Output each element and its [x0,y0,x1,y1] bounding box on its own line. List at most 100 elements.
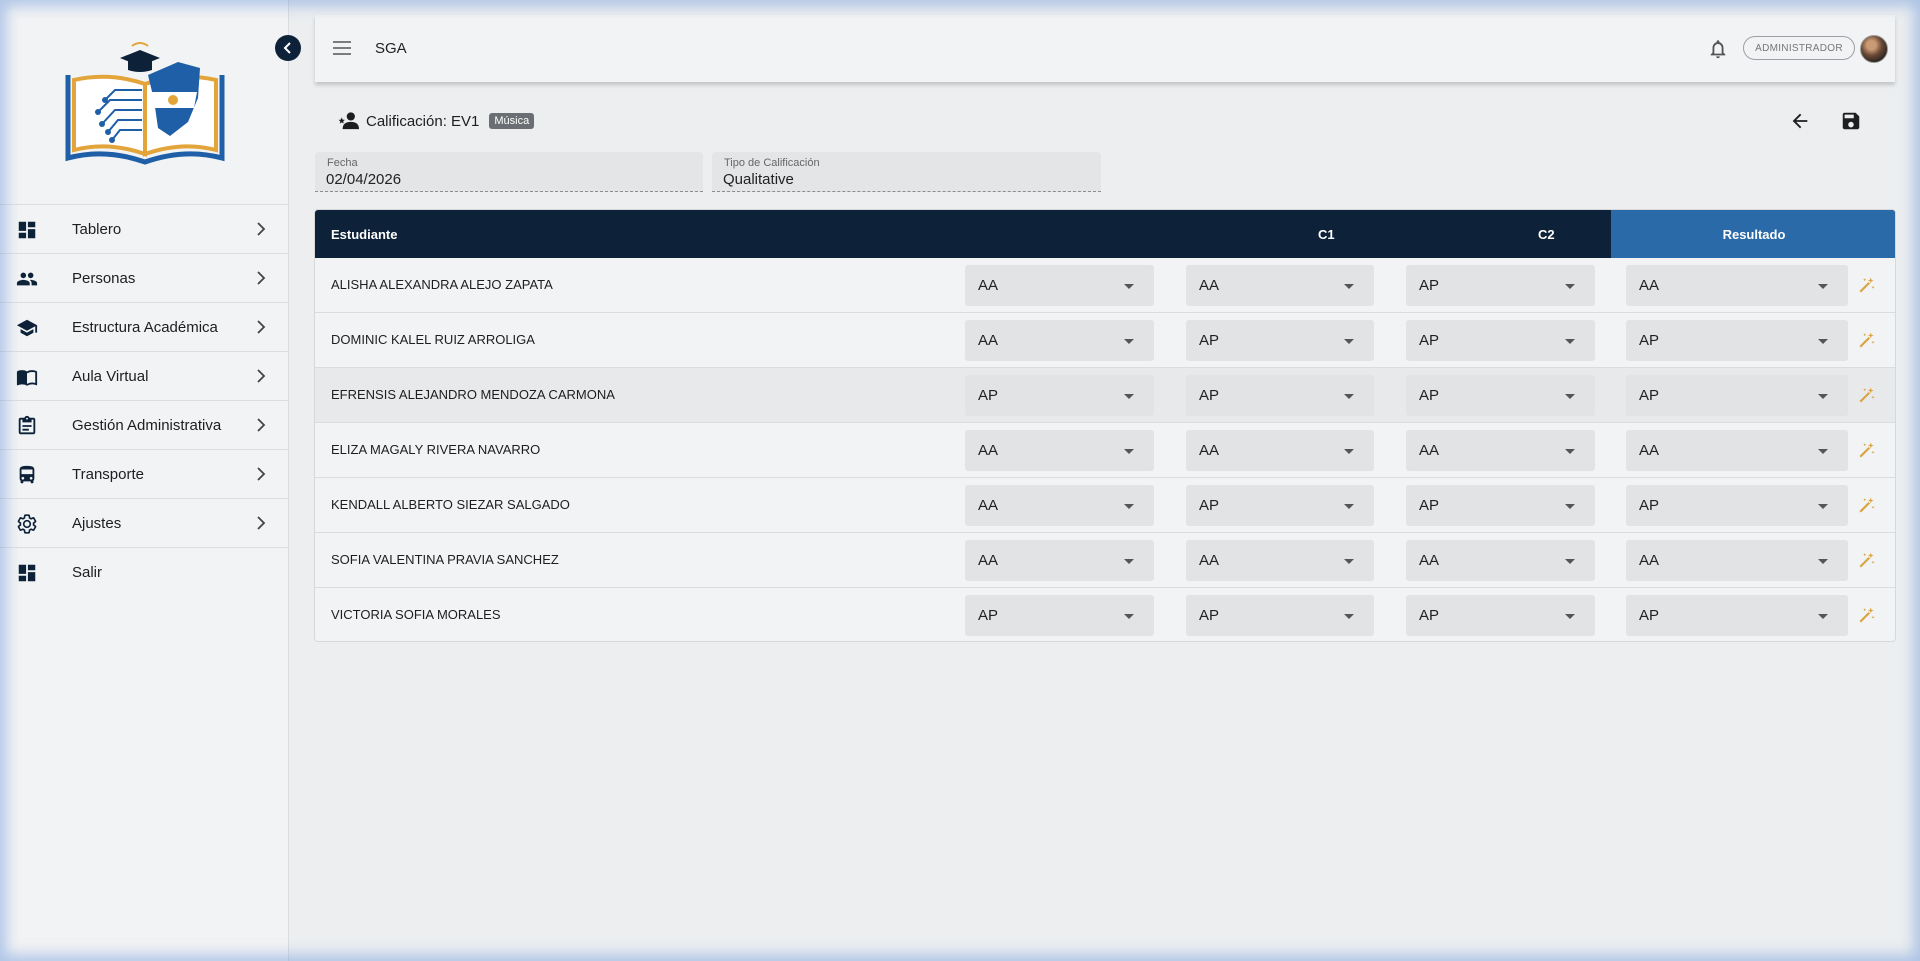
dropdown-caret-icon [1818,504,1828,509]
sidebar-item-transporte[interactable]: Transporte [0,450,289,499]
save-icon[interactable] [1840,110,1862,132]
c2-select[interactable]: AP [1186,320,1374,361]
table-row: ALISHA ALEXANDRA ALEJO ZAPATA AA AA AP AA [315,258,1895,313]
dropdown-caret-icon [1124,394,1134,399]
back-arrow-icon[interactable] [1789,110,1811,132]
sidebar-nav: Tablero Personas Estructura Académica Au… [0,204,289,597]
c1-select[interactable]: AA [965,540,1154,581]
magic-wand-icon[interactable] [1858,551,1876,569]
bell-icon[interactable] [1707,37,1729,61]
c3-select[interactable]: AP [1406,595,1595,636]
sidebar-item-personas[interactable]: Personas [0,254,289,303]
grading-type-value: Qualitative [723,171,794,188]
select-value: AP [978,607,999,624]
c3-select[interactable]: AP [1406,265,1595,306]
result-select[interactable]: AA [1626,265,1848,306]
sidebar-item-salir[interactable]: Salir [0,548,289,597]
avatar[interactable] [1860,35,1888,63]
dropdown-caret-icon [1565,559,1575,564]
grading-type-label: Tipo de Calificación [724,157,820,169]
dropdown-caret-icon [1565,339,1575,344]
c3-select[interactable]: AP [1406,320,1595,361]
select-value: AA [1199,277,1220,294]
result-select[interactable]: AA [1626,540,1848,581]
magic-wand-icon[interactable] [1858,331,1876,349]
dropdown-caret-icon [1818,559,1828,564]
book-icon [16,370,38,386]
select-value: AA [1639,552,1660,569]
dropdown-caret-icon [1818,449,1828,454]
chevron-right-icon [257,271,266,285]
student-name: ALISHA ALEXANDRA ALEJO ZAPATA [331,277,553,292]
select-value: AA [1199,442,1220,459]
sidebar-item-ajustes[interactable]: Ajustes [0,499,289,548]
dropdown-caret-icon [1124,614,1134,619]
sidebar-item-label: Salir [72,564,103,581]
dashboard-icon [18,564,36,582]
menu-icon[interactable] [332,40,352,56]
dropdown-caret-icon [1818,614,1828,619]
chevron-right-icon [257,222,266,236]
c2-select[interactable]: AA [1186,540,1374,581]
c1-select[interactable]: AA [965,485,1154,526]
c3-select[interactable]: AA [1406,540,1595,581]
select-value: AA [1419,442,1440,459]
c1-select[interactable]: AA [965,430,1154,471]
result-select[interactable]: AP [1626,485,1848,526]
dropdown-caret-icon [1344,559,1354,564]
magic-wand-icon[interactable] [1858,276,1876,294]
select-value: AA [978,277,999,294]
column-header-c2: C2 [1538,226,1555,242]
c2-select[interactable]: AA [1186,265,1374,306]
c2-select[interactable]: AP [1186,485,1374,526]
c2-select[interactable]: AA [1186,430,1374,471]
sidebar-item-estructura-academica[interactable]: Estructura Académica [0,303,289,352]
c2-select[interactable]: AP [1186,375,1374,416]
c1-select[interactable]: AA [965,320,1154,361]
result-select[interactable]: AP [1626,595,1848,636]
table-row: KENDALL ALBERTO SIEZAR SALGADO AA AP AP AP [315,478,1895,533]
sidebar-item-label: Ajustes [72,514,122,532]
sidebar-item-label: Gestión Administrativa [72,416,222,434]
select-value: AA [1639,442,1660,459]
date-field[interactable]: Fecha 02/04/2026 [315,152,703,192]
table-row: DOMINIC KALEL RUIZ ARROLIGA AA AP AP AP [315,313,1895,368]
result-select[interactable]: AP [1626,320,1848,361]
select-value: AA [978,497,999,514]
magic-wand-icon[interactable] [1858,386,1876,404]
chevron-right-icon [257,320,266,334]
student-name: VICTORIA SOFIA MORALES [331,607,501,622]
c3-select[interactable]: AP [1406,375,1595,416]
c3-select[interactable]: AP [1406,485,1595,526]
student-name: EFRENSIS ALEJANDRO MENDOZA CARMONA [331,387,615,402]
dropdown-caret-icon [1565,449,1575,454]
role-badge[interactable]: ADMINISTRADOR [1743,36,1855,60]
column-header-estudiante: Estudiante [331,226,398,242]
c1-select[interactable]: AP [965,595,1154,636]
select-value: AA [1199,552,1220,569]
magic-wand-icon[interactable] [1858,496,1876,514]
date-label: Fecha [327,157,358,169]
c1-select[interactable]: AA [965,265,1154,306]
chevron-right-icon [257,369,266,383]
sidebar-item-tablero[interactable]: Tablero [0,205,289,254]
app-title: SGA [375,40,407,57]
grades-table: Estudiante C1 C2 C3 Resultado ALISHA ALE… [314,209,1896,642]
sidebar-item-gestion-administrativa[interactable]: Gestión Administrativa [0,401,289,450]
c2-select[interactable]: AP [1186,595,1374,636]
select-value: AP [1199,387,1220,404]
select-value: AP [1639,387,1660,404]
result-select[interactable]: AP [1626,375,1848,416]
sidebar-item-aula-virtual[interactable]: Aula Virtual [0,352,289,401]
select-value: AA [1419,552,1440,569]
grading-type-field[interactable]: Tipo de Calificación Qualitative [712,152,1101,192]
collapse-sidebar-button[interactable] [275,35,301,61]
result-select[interactable]: AA [1626,430,1848,471]
gear-icon [17,514,37,534]
c1-select[interactable]: AP [965,375,1154,416]
dropdown-caret-icon [1124,339,1134,344]
magic-wand-icon[interactable] [1858,606,1876,624]
select-value: AP [1639,607,1660,624]
magic-wand-icon[interactable] [1858,441,1876,459]
c3-select[interactable]: AA [1406,430,1595,471]
